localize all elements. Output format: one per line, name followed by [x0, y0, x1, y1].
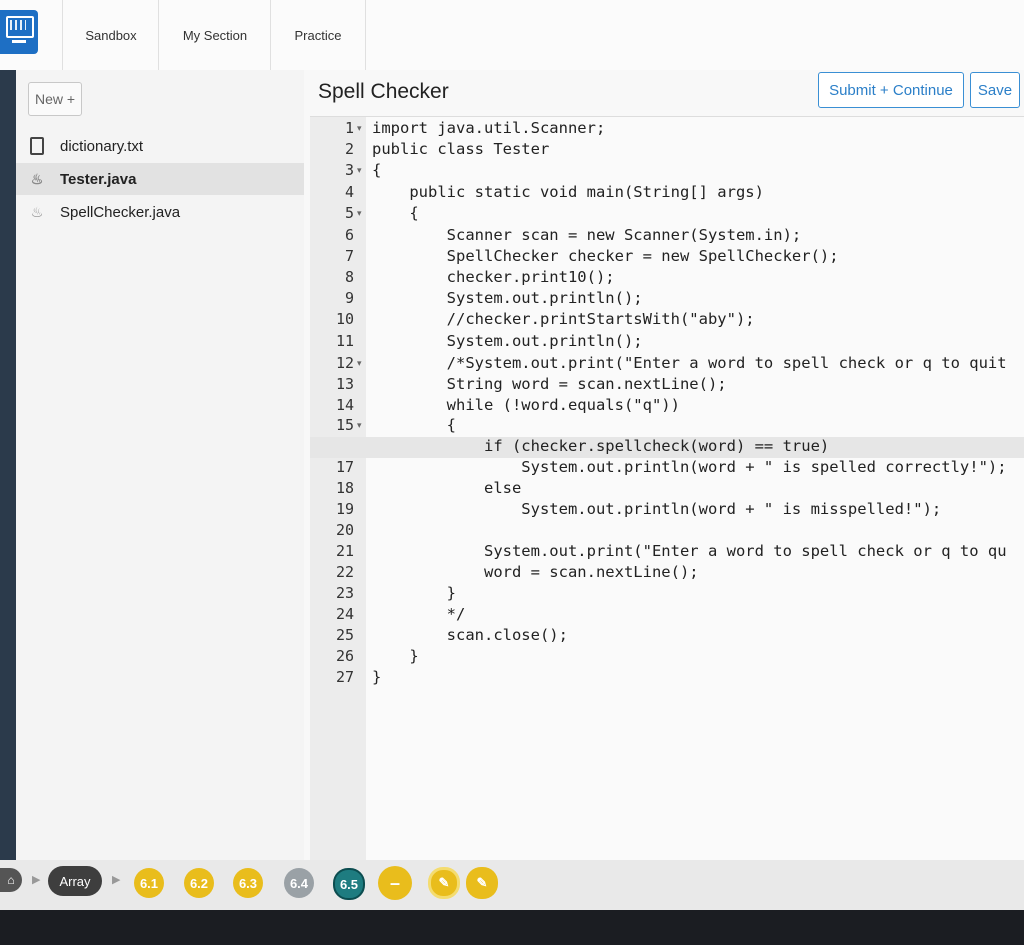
crumb-6-4[interactable]: 6.4 — [284, 868, 314, 898]
line-number: 21 — [335, 542, 354, 560]
code-line[interactable]: scan.close(); — [372, 626, 568, 644]
code-line[interactable]: public static void main(String[] args) — [372, 183, 764, 201]
fold-arrow-icon[interactable]: ▾ — [357, 165, 362, 176]
code-line[interactable]: */ — [372, 605, 466, 623]
code-line[interactable]: checker.print10(); — [372, 268, 615, 286]
file-item-dictionary[interactable]: dictionary.txt — [16, 130, 304, 162]
line-number: 6 — [344, 226, 354, 244]
code-line[interactable]: { — [372, 204, 418, 222]
code-line[interactable]: System.out.print("Enter a word to spell … — [372, 542, 1007, 560]
code-line[interactable]: public class Tester — [372, 140, 549, 158]
submit-continue-button[interactable]: Submit + Continue — [818, 72, 964, 108]
breadcrumb-bar: ⌂ ▶ Array ▶ 6.1 6.2 6.3 6.4 6.5 – ✎ ✎ — [0, 860, 1024, 910]
code-line[interactable]: word = scan.nextLine(); — [372, 563, 699, 581]
line-number: 23 — [335, 584, 354, 602]
code-line[interactable]: Scanner scan = new Scanner(System.in); — [372, 226, 802, 244]
left-edge-strip — [0, 70, 16, 860]
code-line[interactable]: } — [372, 668, 381, 686]
code-line[interactable]: System.out.println(); — [372, 289, 643, 307]
file-name: Tester.java — [60, 170, 137, 188]
chevron-right-icon: ▶ — [112, 874, 121, 886]
new-file-button[interactable]: New + — [28, 82, 82, 116]
file-name: dictionary.txt — [60, 137, 144, 155]
code-line[interactable]: System.out.println(word + " is misspelle… — [372, 500, 941, 518]
page-title: Spell Checker — [318, 80, 449, 103]
line-number: 5 — [344, 204, 354, 222]
line-number: 26 — [335, 647, 354, 665]
save-button[interactable]: Save — [970, 72, 1020, 108]
code-line[interactable]: while (!word.equals("q")) — [372, 396, 680, 414]
line-number: 25 — [335, 626, 354, 644]
main-panel: Spell Checker Submit + Continue Save 1 ▾ 2… — [304, 70, 1024, 861]
code-editor[interactable]: 1▾23▾45▾6789101112▾131415▾16171819202122… — [310, 116, 1024, 861]
line-number-gutter: 1▾23▾45▾6789101112▾131415▾16171819202122… — [310, 117, 366, 861]
crumb-6-5[interactable]: 6.5 — [333, 868, 365, 900]
fold-arrow-icon[interactable]: ▾ — [357, 208, 362, 219]
top-nav-bar: Sandbox My Section Practice — [0, 0, 1024, 71]
line-number: 17 — [335, 458, 354, 476]
line-number: 10 — [335, 310, 354, 328]
pencil-icon[interactable]: ✎ — [428, 867, 460, 899]
file-item-spellchecker[interactable]: ♨ SpellChecker.java — [16, 196, 304, 228]
code-line[interactable]: { — [372, 161, 381, 179]
line-number: 18 — [335, 479, 354, 497]
code-line[interactable]: SpellChecker checker = new SpellChecker(… — [372, 247, 839, 265]
file-name: SpellChecker.java — [60, 203, 181, 221]
line-number: 2 — [344, 140, 354, 158]
breadcrumb-array[interactable]: Array — [48, 866, 102, 896]
line-number: 13 — [335, 375, 354, 393]
crumb-6-3[interactable]: 6.3 — [233, 868, 263, 898]
crumb-dash[interactable]: – — [378, 866, 412, 900]
file-sidebar: New + dictionary.txt ♨ Tester.java ♨ Spe… — [16, 70, 305, 860]
code-line[interactable]: String word = scan.nextLine(); — [372, 375, 727, 393]
chevron-right-icon: ▶ — [32, 874, 41, 886]
code-line[interactable]: } — [372, 647, 418, 665]
crumb-6-1[interactable]: 6.1 — [134, 868, 164, 898]
nav-sandbox[interactable]: Sandbox — [62, 0, 159, 70]
code-line[interactable]: System.out.println(); — [372, 332, 643, 350]
code-line[interactable]: else — [372, 479, 521, 497]
code-line[interactable]: if (checker.spellcheck(word) == true) — [372, 437, 829, 455]
line-number: 15 — [335, 416, 354, 434]
fold-arrow-icon[interactable]: ▾ — [357, 358, 362, 369]
app-logo-icon[interactable] — [0, 10, 38, 54]
java-icon: ♨ — [30, 203, 44, 220]
java-icon: ♨ — [30, 170, 44, 187]
line-number: 11 — [335, 332, 354, 350]
code-line[interactable]: /*System.out.print("Enter a word to spel… — [372, 354, 1007, 372]
code-line[interactable]: { — [372, 416, 456, 434]
line-number: 27 — [335, 668, 354, 686]
code-line[interactable]: import java.util.Scanner; — [372, 119, 605, 137]
fold-arrow-icon[interactable]: ▾ — [357, 123, 362, 134]
line-number: 20 — [335, 521, 354, 539]
line-number: 19 — [335, 500, 354, 518]
code-line[interactable]: //checker.printStartsWith("aby"); — [372, 310, 755, 328]
line-number: 12 — [335, 354, 354, 372]
fold-arrow-icon[interactable]: ▾ — [357, 420, 362, 431]
line-number: 22 — [335, 563, 354, 581]
line-number: 8 — [344, 268, 354, 286]
document-icon — [30, 137, 44, 155]
line-number: 1 — [344, 119, 354, 137]
line-number: 14 — [335, 396, 354, 414]
file-item-tester[interactable]: ♨ Tester.java — [16, 163, 304, 195]
line-number: 4 — [344, 183, 354, 201]
line-number: 24 — [335, 605, 354, 623]
code-line[interactable]: System.out.println(word + " is spelled c… — [372, 458, 1006, 476]
line-number: 9 — [344, 289, 354, 307]
pencil-icon[interactable]: ✎ — [466, 867, 498, 899]
screen: Sandbox My Section Practice New + dictio… — [0, 0, 1024, 910]
crumb-6-2[interactable]: 6.2 — [184, 868, 214, 898]
nav-my-section[interactable]: My Section — [158, 0, 271, 70]
nav-practice[interactable]: Practice — [270, 0, 366, 70]
home-icon[interactable]: ⌂ — [0, 868, 22, 892]
code-line[interactable]: } — [372, 584, 456, 602]
line-number: 3 — [344, 161, 354, 179]
line-number: 7 — [344, 247, 354, 265]
